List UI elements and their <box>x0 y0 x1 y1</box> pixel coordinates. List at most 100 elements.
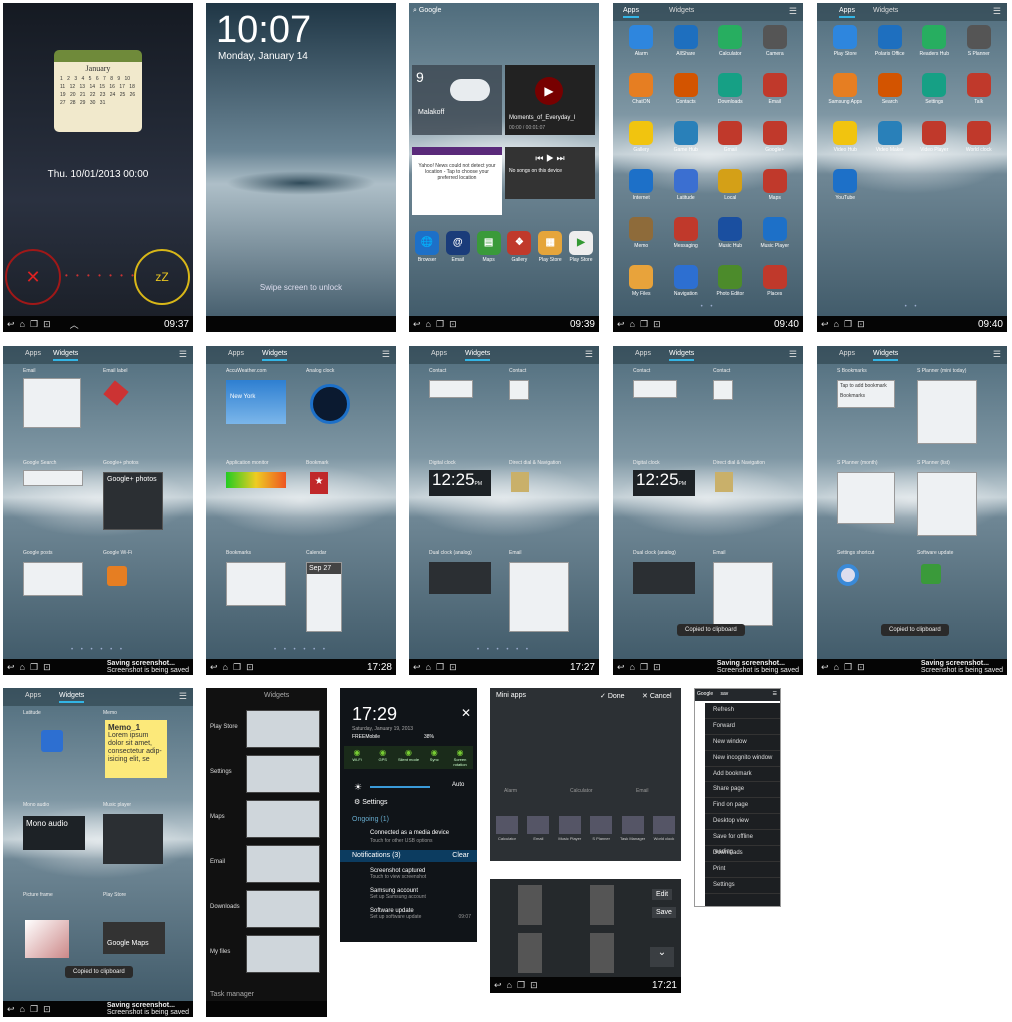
back-icon[interactable]: ↩ <box>617 319 625 330</box>
widget-preview-bookmarks[interactable] <box>226 562 286 606</box>
home-icon[interactable]: ⌂ <box>20 319 25 329</box>
app-world-clock[interactable]: World clock <box>957 121 1002 165</box>
search-bar[interactable]: ⌕ Google <box>413 7 441 15</box>
app-google-[interactable]: Google+ <box>753 121 798 165</box>
direct-dial-icon[interactable] <box>511 472 529 492</box>
widget-preview-music[interactable] <box>103 814 163 864</box>
tab-widgets[interactable]: Widgets <box>873 350 899 361</box>
tab-apps[interactable]: Apps <box>25 350 41 357</box>
tab-apps[interactable]: Apps <box>635 350 651 357</box>
widget-preview-bookmarks[interactable]: Tap to add bookmark Bookmarks <box>837 380 895 408</box>
tray-app[interactable]: Email <box>525 816 551 841</box>
screenshot-icon[interactable]: ⊡ <box>530 980 538 991</box>
app-video-hub[interactable]: Video Hub <box>823 121 868 165</box>
widget-preview-digital-clock[interactable]: 12:25PM <box>429 470 491 496</box>
widget-preview-splanner-today[interactable] <box>917 380 977 444</box>
recent-icon[interactable]: ❐ <box>233 662 241 673</box>
settings-gear-icon[interactable] <box>837 564 859 586</box>
thumb-1[interactable] <box>518 885 542 925</box>
recent-icon[interactable]: ❐ <box>640 319 648 330</box>
widget-preview-contact[interactable] <box>633 380 677 398</box>
menu-icon[interactable]: ☰ <box>789 349 797 360</box>
app-polaris-office[interactable]: Polaris Office <box>868 25 913 69</box>
menu-item-desktop-view[interactable]: Desktop view <box>705 814 780 831</box>
close-icon[interactable]: ✕ <box>461 706 471 720</box>
app-allshare[interactable]: AllShare <box>664 25 709 69</box>
app-search[interactable]: Search <box>868 73 913 117</box>
home-icon[interactable]: ⌂ <box>630 662 635 672</box>
home-icon[interactable]: ⌂ <box>223 662 228 672</box>
home-icon[interactable]: ⌂ <box>630 319 635 329</box>
screenshot-icon[interactable]: ⊡ <box>449 319 457 330</box>
widget-preview-splanner-month[interactable] <box>837 472 895 524</box>
wifi-icon[interactable] <box>107 566 127 586</box>
recent-thumbnail[interactable] <box>246 755 320 793</box>
app-game-hub[interactable]: Game Hub <box>664 121 709 165</box>
recent-thumbnail[interactable] <box>246 935 320 973</box>
app-places[interactable]: Places <box>753 265 798 309</box>
home-icon[interactable]: ⌂ <box>426 319 431 329</box>
menu-icon[interactable]: ☰ <box>382 349 390 360</box>
back-icon[interactable]: ↩ <box>617 662 625 673</box>
recent-thumbnail[interactable] <box>246 710 320 748</box>
menu-icon[interactable]: ☰ <box>789 6 797 17</box>
tab-widgets[interactable]: Widgets <box>669 350 695 361</box>
tab-widgets[interactable]: Widgets <box>873 7 898 14</box>
analog-clock-icon[interactable] <box>310 384 350 424</box>
add-bookmark[interactable]: Tap to add bookmark <box>838 381 894 391</box>
app-gmail[interactable]: Gmail <box>708 121 753 165</box>
menu-item-downloads[interactable]: Downloads <box>705 846 780 862</box>
thumb-3[interactable] <box>518 933 542 973</box>
widget-preview-contact-2[interactable] <box>713 380 733 400</box>
tray-app[interactable]: Task Manager <box>620 816 646 841</box>
home-icon[interactable]: ⌂ <box>426 662 431 672</box>
menu-item-print[interactable]: Print <box>705 862 780 878</box>
menu-item-new-window[interactable]: New window <box>705 735 780 751</box>
cancel-button[interactable]: ✕ Cancel <box>642 692 672 700</box>
tab-apps[interactable]: Apps <box>839 7 855 18</box>
widget-preview-posts[interactable] <box>23 562 83 596</box>
music-controls[interactable]: ⏮ ▶ ⏭ <box>505 153 595 164</box>
video-widget[interactable]: ▶ Moments_of_Everyday_l 00:00 / 00:01:07 <box>505 65 595 135</box>
notification-item[interactable]: Screenshot captured Touch to view screens… <box>370 868 426 880</box>
bookmark-star-icon[interactable]: ★ <box>310 472 328 494</box>
play-icon[interactable]: ▶ <box>535 77 563 105</box>
notification-item[interactable]: Software update Set up software update <box>370 908 421 920</box>
tab-google[interactable]: Google <box>697 691 713 697</box>
widget-preview-email[interactable] <box>713 562 773 626</box>
screenshot-icon[interactable]: ⊡ <box>246 662 254 673</box>
app-samsung-apps[interactable]: Samsung Apps <box>823 73 868 117</box>
menu-icon[interactable]: ☰ <box>993 349 1001 360</box>
recent-icon[interactable]: ❐ <box>30 319 38 330</box>
widget-preview-email[interactable] <box>509 562 569 632</box>
widget-preview-memo[interactable]: Memo_1 Lorem ipsum dolor sit amet, conse… <box>105 720 167 778</box>
screenshot-icon[interactable]: ⊡ <box>857 319 865 330</box>
widget-preview-monitor[interactable] <box>226 472 286 488</box>
menu-item-refresh[interactable]: Refresh <box>705 703 780 719</box>
widget-preview-contact[interactable] <box>429 380 473 398</box>
tab-widgets[interactable]: Widgets <box>262 350 288 361</box>
home-icon[interactable]: ⌂ <box>507 980 512 990</box>
menu-item-new-incognito-window[interactable]: New incognito window <box>705 751 780 767</box>
toggle-gps[interactable]: ◉ GPS <box>372 748 394 767</box>
recent-thumbnail[interactable] <box>246 845 320 883</box>
recent-item[interactable]: Settings <box>210 769 232 775</box>
direct-dial-icon[interactable] <box>715 472 733 492</box>
app-talk[interactable]: Talk <box>957 73 1002 117</box>
app-music-hub[interactable]: Music Hub <box>708 217 753 261</box>
latitude-icon[interactable] <box>41 730 63 752</box>
app-play-store[interactable]: Play Store <box>823 25 868 69</box>
tab-apps[interactable]: Apps <box>431 350 447 357</box>
edit-button[interactable]: Edit <box>652 889 673 900</box>
clear-button[interactable]: Clear <box>452 852 469 859</box>
screenshot-icon[interactable]: ⊡ <box>653 662 661 673</box>
widget-preview-picture-frame[interactable] <box>25 920 69 958</box>
screenshot-icon[interactable]: ⊡ <box>43 662 51 673</box>
recent-item[interactable]: Email <box>210 859 225 865</box>
recent-item[interactable]: Maps <box>210 814 225 820</box>
menu-icon[interactable]: ☰ <box>179 349 187 360</box>
recent-item[interactable]: Play Store <box>210 724 238 730</box>
app-latitude[interactable]: Latitude <box>664 169 709 213</box>
app-readers-hub[interactable]: Readers Hub <box>912 25 957 69</box>
app-my-files[interactable]: My Files <box>619 265 664 309</box>
